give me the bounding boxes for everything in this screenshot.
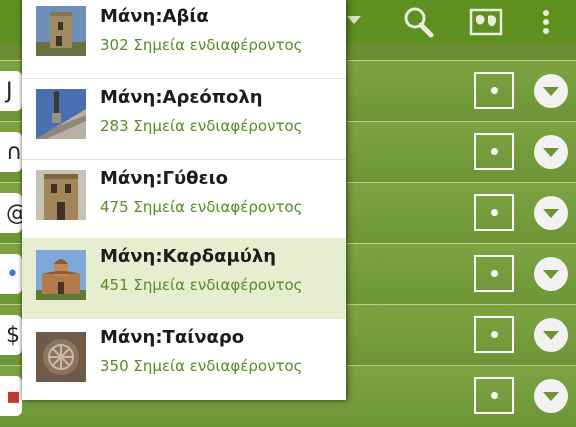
dropdown-item-title: Μάνη:Αβία — [100, 6, 209, 27]
row-checkbox[interactable] — [474, 255, 514, 292]
row-app-icon: ▪ — [0, 376, 22, 416]
chevron-down-icon[interactable] — [534, 318, 568, 352]
byzantine-church-image — [36, 250, 86, 300]
dropdown-item-title: Μάνη:Ταίναρο — [100, 327, 245, 348]
row-checkbox[interactable] — [474, 194, 514, 231]
dropdown-item-subtitle: 451 Σημεία ενδιαφέροντος — [100, 276, 303, 294]
chevron-down-icon[interactable] — [534, 379, 568, 413]
row-app-icon: • — [0, 254, 22, 294]
chevron-down-icon[interactable] — [534, 257, 568, 291]
dropdown-item-gytheio[interactable]: Μάνη:Γύθειο 475 Σημεία ενδιαφέροντος — [22, 160, 346, 241]
carved-stone-image — [36, 332, 86, 382]
dropdown-item-title: Μάνη:Γύθειο — [100, 168, 228, 189]
row-checkbox[interactable] — [474, 377, 514, 414]
dropdown-item-avia[interactable]: Μάνη:Αβία 302 Σημεία ενδιαφέροντος — [22, 0, 346, 79]
chevron-down-icon[interactable] — [534, 196, 568, 230]
chevron-down-icon[interactable] — [534, 135, 568, 169]
dropdown-item-subtitle: 302 Σημεία ενδιαφέροντος — [100, 36, 303, 54]
row-checkbox[interactable] — [474, 316, 514, 353]
dropdown-item-title: Μάνη:Καρδαμύλη — [100, 246, 277, 267]
spinner-caret-icon[interactable] — [347, 16, 361, 24]
row-checkbox[interactable] — [474, 133, 514, 170]
overflow-menu-icon[interactable] — [528, 4, 564, 40]
dropdown-item-tainaro[interactable]: Μάνη:Ταίναρο 350 Σημεία ενδιαφέροντος — [22, 319, 346, 400]
dropdown-item-subtitle: 350 Σημεία ενδιαφέροντος — [100, 357, 303, 375]
row-checkbox[interactable] — [474, 72, 514, 109]
dropdown-item-title: Μάνη:Αρεόπολη — [100, 87, 263, 108]
row-app-icon: ∩ — [0, 132, 22, 172]
row-app-icon: @ — [0, 193, 28, 233]
stone-tower-image — [36, 6, 86, 56]
stone-house-image — [36, 170, 86, 220]
row-app-icon: J — [0, 71, 22, 111]
chevron-down-icon[interactable] — [534, 74, 568, 108]
dropdown-item-areopoli[interactable]: Μάνη:Αρεόπολη 283 Σημεία ενδιαφέροντος — [22, 79, 346, 160]
search-icon[interactable] — [400, 4, 436, 40]
dropdown-item-subtitle: 283 Σημεία ενδιαφέροντος — [100, 117, 303, 135]
dropdown-item-subtitle: 475 Σημεία ενδιαφέροντος — [100, 198, 303, 216]
dropdown-item-kardamyli[interactable]: Μάνη:Καρδαμύλη 451 Σημεία ενδιαφέροντος — [22, 238, 346, 319]
row-app-icon: $ — [0, 315, 22, 355]
statue-steps-image — [36, 89, 86, 139]
region-dropdown: Μάνη:Αβία 302 Σημεία ενδιαφέροντος Μάνη:… — [22, 0, 346, 400]
map-icon[interactable] — [468, 4, 504, 40]
